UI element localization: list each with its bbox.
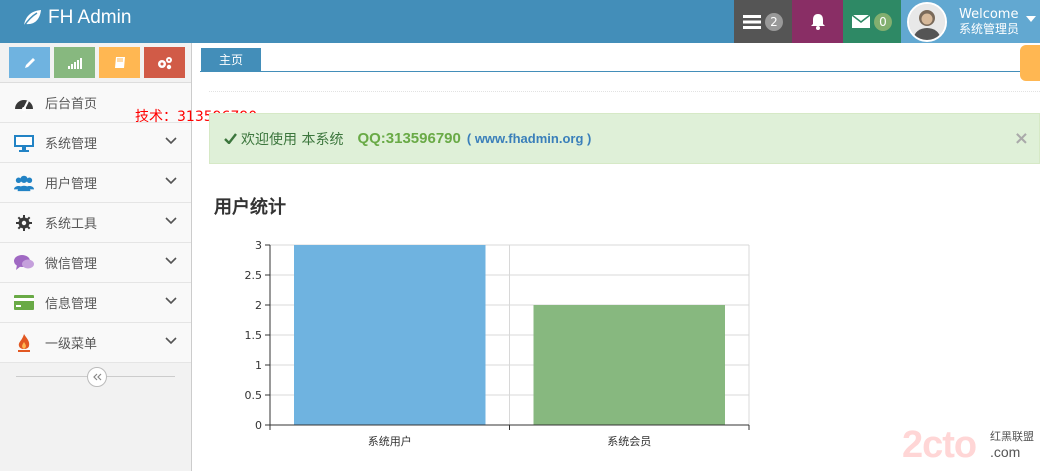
leaf-icon [23,10,41,27]
bar [294,245,486,425]
divider [209,91,1040,92]
user-name: 系统管理员 [959,21,1020,36]
sidebar-item-tools[interactable]: 系统工具 [0,203,191,243]
tab-home[interactable]: 主页 [201,48,261,71]
y-tick-label: 2.5 [245,269,263,282]
sidebar-item-users[interactable]: 用户管理 [0,163,191,203]
sidebar-collapse-button[interactable] [87,367,107,387]
comments-icon [14,253,34,273]
sidebar-item-wechat[interactable]: 微信管理 [0,243,191,283]
sidebar-item-info[interactable]: 信息管理 [0,283,191,323]
user-welcome: Welcome [959,6,1019,22]
alert-site-link[interactable]: ( www.fhadmin.org ) [467,131,591,146]
sidebar-collapse-bar [0,363,191,391]
caret-down-icon [1026,16,1036,22]
navbar-right: 2 0 Welcome 系统管理员 [734,0,1040,43]
alert-qq-text: QQ:313596790 [357,130,461,147]
y-tick-label: 2 [255,299,262,312]
sidebar-item-level1[interactable]: 一级菜单 [0,323,191,363]
users-icon [14,173,34,193]
sidebar-item-label: 信息管理 [45,297,98,312]
messages-button[interactable]: 0 [843,0,901,43]
y-tick-label: 1 [255,359,262,372]
desktop-icon [14,133,34,153]
site-logo-watermark: 2cto 红黑联盟 .com [902,424,1040,468]
sidebar-item-label: 系统工具 [45,217,98,232]
y-tick-label: 1.5 [245,329,263,342]
user-stats-chart: 0 0.5 1 1.5 2 2.5 3 系统用户 系统会员 [245,239,750,448]
shortcut-signal-button[interactable] [54,47,95,78]
chevron-down-icon [165,137,177,145]
pencil-icon [24,57,35,68]
tasks-icon [743,14,761,29]
settings-toggle-button[interactable] [1020,45,1040,81]
sidebar-item-system[interactable]: 系统管理 [0,123,191,163]
messages-badge: 0 [874,12,892,31]
shortcut-book-button[interactable] [99,47,140,78]
brand-text: FH Admin [48,7,132,28]
user-menu[interactable]: Welcome 系统管理员 [901,0,1040,43]
y-tick-label: 0.5 [245,389,263,402]
y-tick-label: 0 [255,419,262,432]
welcome-alert: 欢迎使用 本系统 QQ:313596790 ( www.fhadmin.org … [209,113,1040,164]
logo-line1: 红黑联盟 [990,430,1034,443]
envelope-icon [852,15,870,28]
signal-icon [67,57,82,69]
bar [533,305,725,425]
notifications-button[interactable] [792,0,843,43]
sidebar-item-label: 系统管理 [45,137,98,152]
chevron-down-icon [165,217,177,225]
chevron-down-icon [165,177,177,185]
navbar: FH Admin 2 0 Welcome 系统管理员 [0,0,1040,43]
chevron-down-icon [165,257,177,265]
cogs-icon [157,56,172,69]
logo-big-text: 2cto [902,424,977,466]
user-info: Welcome 系统管理员 [959,7,1019,37]
brand[interactable]: FH Admin [22,7,131,29]
chevron-down-icon [165,337,177,345]
double-chevron-left-icon [93,373,102,381]
credit-card-icon [14,293,34,313]
chevron-down-icon [165,297,177,305]
tasks-button[interactable]: 2 [734,0,792,43]
tab-bar: 主页 [200,48,1040,72]
close-icon[interactable]: × [1014,128,1029,149]
shortcut-pencil-button[interactable] [9,47,50,78]
bell-icon [810,14,825,30]
tasks-badge: 2 [765,12,783,31]
y-tick-label: 3 [255,239,262,252]
sidebar-item-label: 一级菜单 [45,337,98,352]
sidebar-item-label: 用户管理 [45,177,98,192]
fire-icon [14,333,34,353]
shortcut-cogs-button[interactable] [144,47,185,78]
x-tick-label: 系统用户 [368,434,412,448]
book-icon [114,57,125,68]
alert-welcome-text: 欢迎使用 本系统 [241,131,344,148]
cog-icon [14,213,34,233]
dashboard-icon [14,93,34,113]
sidebar-item-label: 后台首页 [45,97,98,112]
x-tick-label: 系统会员 [607,435,651,448]
avatar [907,1,947,42]
sidebar-item-label: 微信管理 [45,257,98,272]
check-icon [224,133,237,144]
sidebar-shortcuts [0,43,191,83]
section-title: 用户统计 [214,197,286,218]
logo-line2: .com [990,444,1021,460]
